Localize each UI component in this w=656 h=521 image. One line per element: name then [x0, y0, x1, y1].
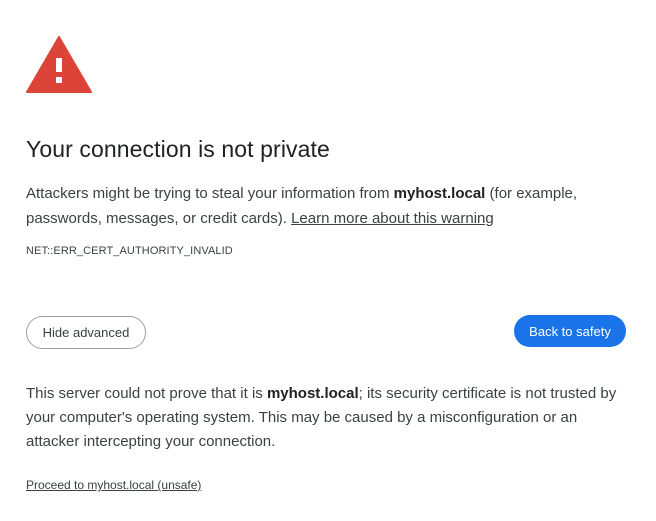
interstitial-page: Your connection is not private Attackers… — [26, 36, 630, 492]
advanced-details-text: This server could not prove that it is m… — [26, 382, 626, 454]
warning-triangle-icon — [26, 36, 92, 93]
explanation-text: Attackers might be trying to steal your … — [26, 181, 606, 231]
learn-more-link[interactable]: Learn more about this warning — [291, 210, 494, 227]
back-to-safety-button[interactable]: Back to safety — [514, 315, 626, 347]
details-prefix: This server could not prove that it is — [26, 385, 267, 402]
hide-advanced-button[interactable]: Hide advanced — [26, 316, 146, 349]
proceed-unsafe-link[interactable]: Proceed to myhost.local (unsafe) — [26, 478, 201, 492]
explanation-hostname: myhost.local — [393, 185, 486, 202]
page-title: Your connection is not private — [26, 136, 330, 162]
explanation-prefix: Attackers might be trying to steal your … — [26, 185, 394, 202]
error-code: NET::ERR_CERT_AUTHORITY_INVALID — [26, 245, 233, 257]
details-hostname: myhost.local — [266, 385, 359, 402]
